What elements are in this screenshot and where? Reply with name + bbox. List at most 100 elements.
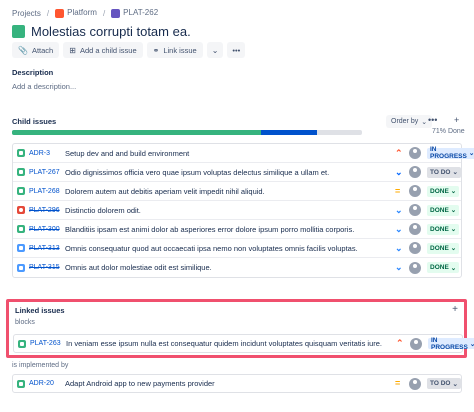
- status-dropdown[interactable]: DONE ⌄: [427, 185, 460, 197]
- status-label: DONE: [430, 206, 449, 214]
- chevron-down-icon: ⌄: [450, 264, 457, 272]
- breadcrumb-project[interactable]: Platform: [55, 8, 97, 18]
- attach-label: Attach: [31, 45, 54, 55]
- issue-header: Molestias corrupti totam ea.: [12, 24, 191, 39]
- story-type-icon: [17, 379, 25, 388]
- child-issue-row[interactable]: PLAT-268 Dolorem autem aut debitis aperia…: [13, 182, 461, 201]
- assignee-avatar[interactable]: [409, 147, 421, 159]
- status-label: DONE: [430, 225, 449, 233]
- issue-summary[interactable]: Odio dignissimos officia vero quae ipsum…: [65, 168, 387, 177]
- story-type-icon: [17, 149, 25, 157]
- attach-button[interactable]: 📎 Attach: [12, 42, 60, 58]
- linked-issue-row[interactable]: ADR-20 Adapt Android app to new payments …: [12, 374, 462, 393]
- issue-key[interactable]: PLAT-313: [29, 245, 60, 252]
- chevron-down-icon: ⌄: [468, 150, 474, 157]
- priority-highest-icon: ⌃: [395, 147, 403, 158]
- priority-lowest-icon: ⌄: [395, 262, 403, 272]
- status-dropdown[interactable]: IN PROGRESS ⌄: [428, 337, 474, 351]
- story-type-icon: [17, 225, 25, 233]
- child-issue-row[interactable]: PLAT-267 Odio dignissimos officia vero qu…: [13, 163, 461, 182]
- story-type-icon: [12, 25, 25, 38]
- status-dropdown[interactable]: DONE ⌄: [427, 204, 460, 216]
- child-issue-row[interactable]: PLAT-296 Distinctio dolorem odit. ⌄ DONE ⌄: [13, 201, 461, 220]
- chevron-down-icon: ⌄: [421, 118, 428, 126]
- issue-key[interactable]: PLAT-268: [29, 188, 60, 195]
- link-issue-button[interactable]: ⚭ Link issue: [146, 42, 203, 58]
- breadcrumb-separator: /: [102, 8, 106, 18]
- link-dropdown-button[interactable]: ⌄: [206, 42, 224, 58]
- description-field[interactable]: Add a description...: [12, 82, 76, 91]
- issue-summary[interactable]: Setup dev and and build environment: [65, 149, 387, 158]
- status-dropdown[interactable]: DONE ⌄: [427, 223, 460, 235]
- breadcrumb-issue[interactable]: PLAT-262: [111, 8, 159, 18]
- order-by-label: Order by: [391, 118, 419, 125]
- issue-key[interactable]: PLAT-296: [29, 207, 60, 214]
- assignee-avatar[interactable]: [409, 204, 421, 216]
- issue-summary[interactable]: Adapt Android app to new payments provid…: [65, 379, 387, 388]
- linked-issue-row[interactable]: PLAT-263 In veniam esse ipsum nulla est c…: [13, 334, 474, 353]
- status-dropdown[interactable]: DONE ⌄: [427, 242, 460, 254]
- chevron-down-icon: ⌄: [452, 169, 458, 176]
- assignee-avatar[interactable]: [409, 242, 421, 254]
- child-issue-row[interactable]: PLAT-315 Omnis aut dolor molestiae odit e…: [13, 258, 461, 277]
- issue-summary[interactable]: Blanditiis ipsam est animi dolor ab aspe…: [65, 225, 387, 234]
- add-icon[interactable]: +: [454, 115, 459, 125]
- chevron-down-icon: ⌄: [469, 340, 474, 348]
- status-label: DONE: [430, 244, 449, 252]
- assignee-avatar[interactable]: [410, 337, 422, 350]
- assignee-avatar[interactable]: [409, 223, 421, 235]
- issue-summary[interactable]: Distinctio dolorem odit.: [65, 206, 387, 215]
- priority-medium-icon: =: [395, 185, 401, 196]
- child-issue-row[interactable]: ADR-3 Setup dev and and build environment…: [13, 144, 474, 163]
- breadcrumb-projects[interactable]: Projects: [12, 9, 41, 18]
- progress-done-segment: [12, 130, 261, 135]
- story-type-icon: [17, 187, 25, 195]
- issue-summary[interactable]: Omnis aut dolor molestiae odit est simil…: [65, 263, 387, 272]
- status-label: IN PROGRESS: [430, 146, 467, 160]
- order-by-button[interactable]: Order by ⌄: [386, 115, 433, 128]
- more-icon: •••: [232, 45, 241, 55]
- chevron-down-icon: ⌄: [211, 45, 219, 55]
- status-dropdown[interactable]: DONE ⌄: [427, 262, 460, 273]
- issue-key[interactable]: PLAT-315: [29, 264, 60, 271]
- more-actions-button[interactable]: •••: [227, 42, 246, 58]
- add-child-button[interactable]: ⊞ Add a child issue: [63, 42, 143, 58]
- link-type-label: is implemented by: [12, 362, 69, 369]
- link-type-label: blocks: [15, 319, 35, 326]
- chevron-down-icon: ⌄: [450, 188, 457, 195]
- bug-type-icon: [17, 206, 25, 214]
- status-label: DONE: [430, 264, 449, 271]
- priority-highest-icon: ⌃: [396, 338, 404, 348]
- add-child-label: Add a child issue: [79, 45, 137, 55]
- linked-issues-heading: Linked issues: [15, 306, 65, 315]
- chevron-down-icon: ⌄: [452, 380, 458, 388]
- breadcrumb-project-label: Platform: [67, 8, 97, 18]
- story-type-icon: [17, 168, 25, 176]
- status-dropdown[interactable]: TO DO ⌄: [427, 166, 461, 178]
- status-dropdown[interactable]: IN PROGRESS ⌄: [427, 146, 474, 160]
- child-issue-row[interactable]: PLAT-313 Omnis consequatur quod aut occae…: [13, 239, 461, 258]
- child-issue-row[interactable]: PLAT-300 Blanditiis ipsam est animi dolor…: [13, 220, 461, 239]
- breadcrumb-issue-label: PLAT-262: [123, 8, 159, 18]
- issue-key[interactable]: ADR-3: [29, 150, 50, 157]
- page-title[interactable]: Molestias corrupti totam ea.: [31, 24, 191, 39]
- assignee-avatar[interactable]: [409, 166, 421, 178]
- issue-key[interactable]: PLAT-300: [29, 226, 60, 233]
- issue-summary[interactable]: In veniam esse ipsum nulla est consequat…: [66, 339, 388, 348]
- add-link-icon[interactable]: +: [452, 304, 458, 315]
- issue-key[interactable]: PLAT-267: [29, 169, 60, 176]
- paperclip-icon: 📎: [18, 45, 28, 55]
- assignee-avatar[interactable]: [409, 185, 421, 197]
- status-label: TO DO: [430, 380, 451, 387]
- assignee-avatar[interactable]: [409, 377, 421, 390]
- priority-medium-icon: =: [395, 378, 401, 388]
- status-label: TO DO: [430, 168, 451, 176]
- assignee-avatar[interactable]: [409, 261, 421, 274]
- more-icon[interactable]: •••: [428, 115, 437, 125]
- issue-key[interactable]: ADR-20: [29, 380, 54, 387]
- issue-key[interactable]: PLAT-263: [30, 340, 61, 347]
- status-dropdown[interactable]: TO DO ⌄: [427, 378, 461, 389]
- issue-summary[interactable]: Omnis consequatur quod aut occaecati ips…: [65, 244, 387, 253]
- issue-summary[interactable]: Dolorem autem aut debitis aperiam velit …: [65, 187, 387, 196]
- project-icon: [55, 8, 65, 18]
